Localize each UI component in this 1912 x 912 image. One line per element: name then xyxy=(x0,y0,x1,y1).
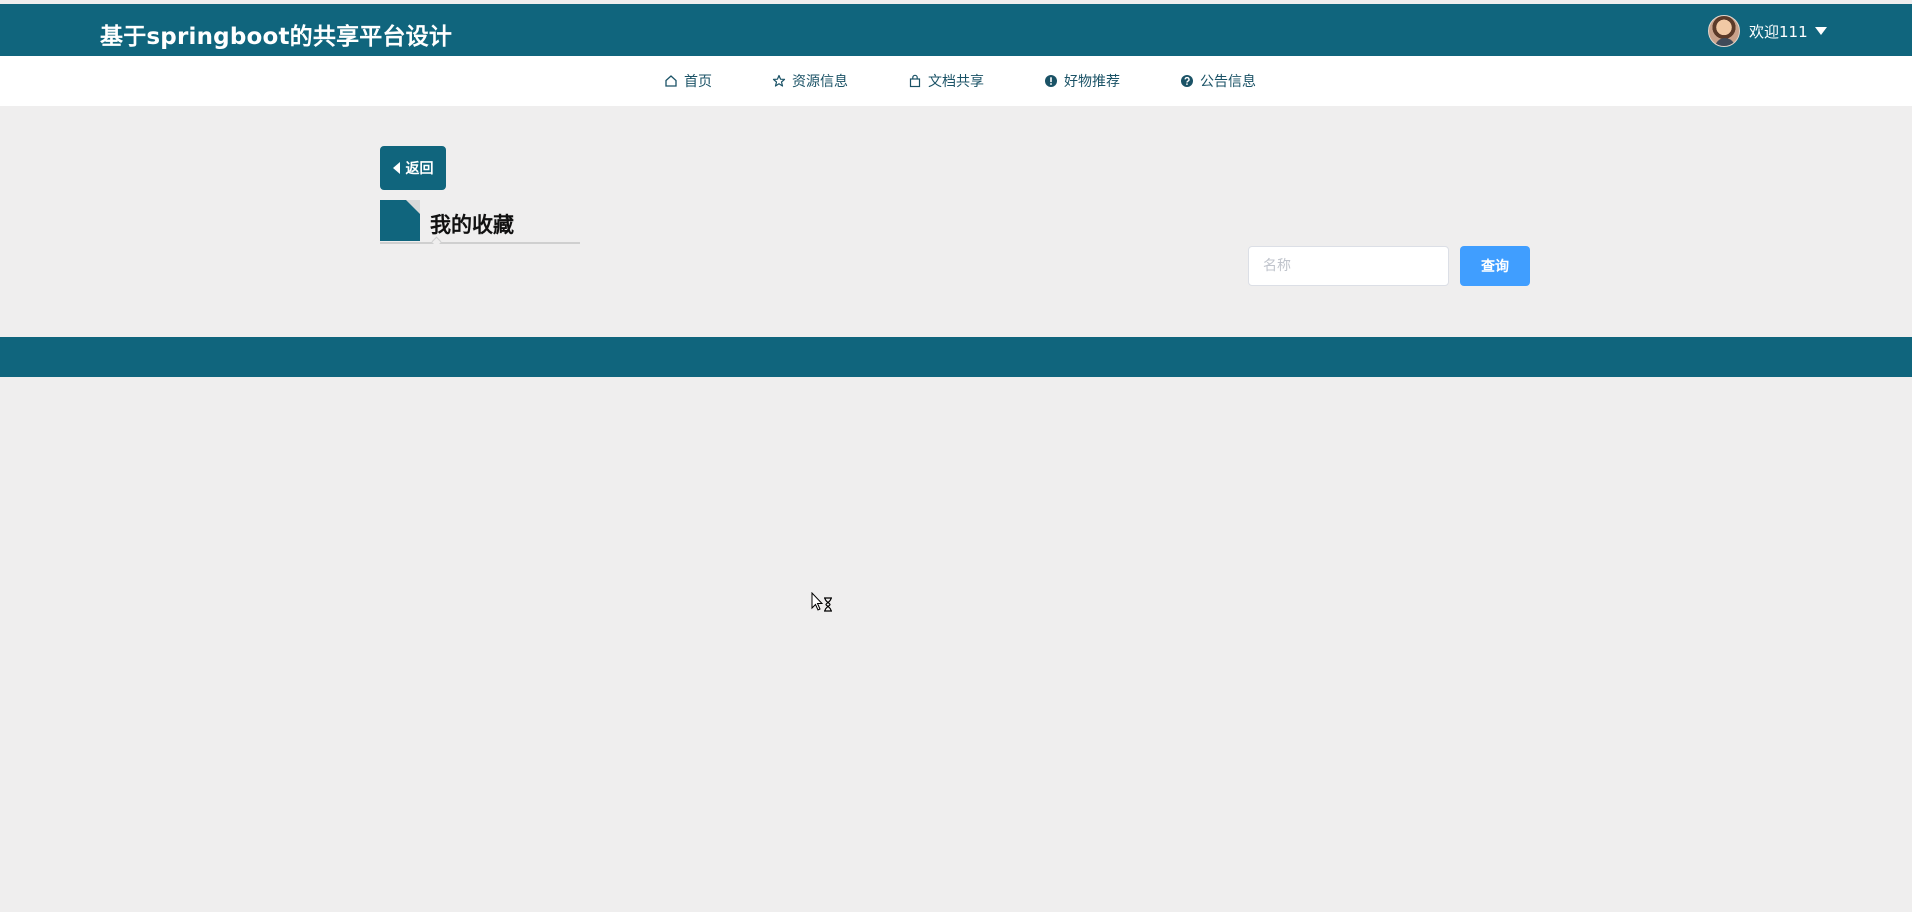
search-input[interactable] xyxy=(1248,246,1449,286)
nav-item-label: 公告信息 xyxy=(1200,74,1256,90)
nav-item-documents[interactable]: 文档共享 xyxy=(908,72,984,90)
site-title: 基于springboot的共享平台设计 xyxy=(100,24,453,50)
welcome-text[interactable]: 欢迎111 xyxy=(1749,21,1808,42)
nav-item-label: 资源信息 xyxy=(792,74,848,90)
back-button[interactable]: 返回 xyxy=(380,146,446,190)
main-nav: 首页 资源信息 文档共享 好物推荐 公告信息 xyxy=(0,56,1912,106)
star-icon xyxy=(772,74,786,88)
nav-item-notices[interactable]: 公告信息 xyxy=(1180,72,1256,90)
nav-item-recommend[interactable]: 好物推荐 xyxy=(1044,72,1120,90)
top-header: 基于springboot的共享平台设计 欢迎111 xyxy=(0,4,1912,56)
user-menu[interactable]: 欢迎111 xyxy=(1708,15,1827,47)
caret-left-icon xyxy=(392,162,400,174)
exclamation-circle-icon xyxy=(1044,74,1058,88)
busy-cursor-icon xyxy=(811,591,835,614)
section-marker xyxy=(380,200,420,241)
nav-item-label: 首页 xyxy=(684,74,712,90)
question-circle-icon xyxy=(1180,74,1194,88)
nav-item-label: 好物推荐 xyxy=(1064,74,1120,90)
home-icon xyxy=(664,74,678,88)
back-button-label: 返回 xyxy=(405,161,434,177)
page-title: 我的收藏 xyxy=(430,213,514,237)
list-header-bar xyxy=(0,337,1912,377)
caret-down-icon[interactable] xyxy=(1814,27,1827,35)
bag-icon xyxy=(908,74,922,88)
avatar[interactable] xyxy=(1708,15,1740,47)
section-header: 我的收藏 xyxy=(380,200,580,244)
section-divider xyxy=(380,242,580,244)
nav-item-resources[interactable]: 资源信息 xyxy=(772,72,848,90)
nav-item-home[interactable]: 首页 xyxy=(664,72,712,90)
nav-item-label: 文档共享 xyxy=(928,74,984,90)
search-button[interactable]: 查询 xyxy=(1460,246,1530,286)
